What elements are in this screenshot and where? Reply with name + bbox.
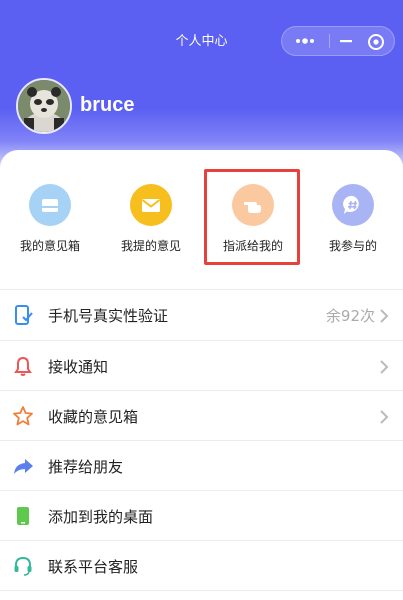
minimize-icon[interactable]: [333, 33, 359, 49]
more-icon[interactable]: [292, 33, 318, 49]
chat-hashtag-icon: [332, 184, 374, 226]
menu-item-customer-service[interactable]: 联系平台客服: [0, 541, 403, 591]
menu-item-phone-verification[interactable]: 手机号真实性验证 余92次: [0, 290, 403, 340]
menu-item-label: 联系平台客服: [48, 558, 139, 576]
close-target-icon[interactable]: [366, 33, 386, 51]
menu-item-notifications[interactable]: 接收通知: [0, 341, 403, 391]
quick-action-label: 我提的意见: [120, 239, 181, 253]
quick-action-participated[interactable]: 我参与的: [313, 184, 393, 254]
quick-action-my-suggestion-box[interactable]: 我的意见箱: [10, 184, 90, 254]
quick-action-label: 我参与的: [328, 239, 377, 253]
mobile-icon: [17, 507, 29, 525]
phone-check-icon: [15, 305, 33, 325]
username: bruce: [80, 94, 135, 116]
quick-action-label: 我的意见箱: [19, 239, 80, 253]
share-arrow-icon: [14, 459, 33, 474]
inbox-icon: [29, 184, 71, 226]
chevron-right-icon: [380, 309, 389, 323]
bell-icon: [14, 356, 32, 376]
mini-program-capsule: [281, 26, 395, 56]
chevron-right-icon: [380, 360, 389, 374]
menu-item-label: 添加到我的桌面: [48, 508, 154, 526]
chevron-right-icon: [380, 410, 389, 424]
menu-item-recommend[interactable]: 推荐给朋友: [0, 441, 403, 491]
menu-item-favorite-boxes[interactable]: 收藏的意见箱: [0, 391, 403, 441]
headset-icon: [14, 556, 32, 576]
avatar[interactable]: [16, 78, 72, 134]
star-icon: [13, 406, 33, 426]
quick-action-my-suggestions[interactable]: 我提的意见: [111, 184, 191, 254]
panda-avatar-image: [18, 80, 70, 132]
menu-item-label: 收藏的意见箱: [48, 408, 139, 426]
highlight-box: [204, 169, 300, 265]
remaining-count: 余92次: [325, 307, 375, 325]
mail-icon: [130, 184, 172, 226]
menu-item-label: 手机号真实性验证: [48, 307, 169, 325]
menu-item-label: 推荐给朋友: [48, 458, 124, 476]
menu-item-add-to-desktop[interactable]: 添加到我的桌面: [0, 491, 403, 541]
capsule-divider: [329, 34, 330, 48]
menu-item-label: 接收通知: [48, 358, 109, 376]
divider: [0, 590, 403, 591]
